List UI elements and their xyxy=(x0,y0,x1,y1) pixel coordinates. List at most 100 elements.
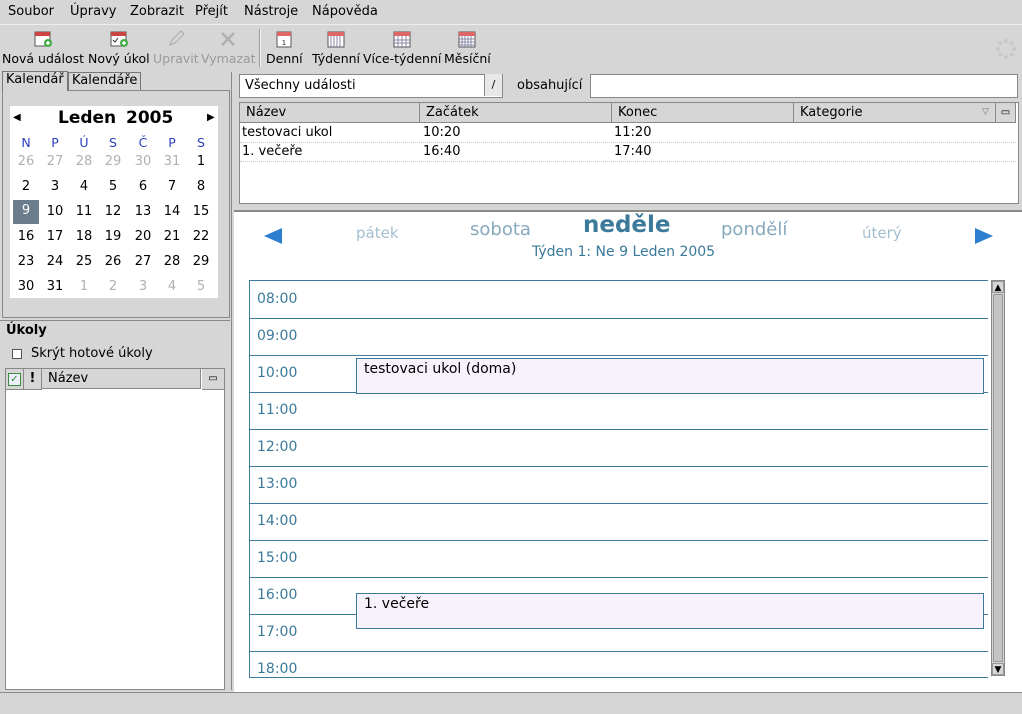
menu-file[interactable]: Soubor xyxy=(8,4,54,19)
day-nav-next1[interactable]: pondělí xyxy=(721,219,787,240)
next-day-arrow-icon[interactable] xyxy=(974,227,994,245)
col-priority-header[interactable]: ! xyxy=(24,369,42,390)
col-start-header[interactable]: Začátek xyxy=(420,103,612,123)
event-box[interactable]: 1. večeře xyxy=(356,593,984,629)
calendar-day[interactable]: 1 xyxy=(71,276,97,298)
menu-go[interactable]: Přejít xyxy=(195,4,228,19)
calendar-day[interactable]: 6 xyxy=(130,176,156,198)
next-month-icon[interactable]: ▶ xyxy=(207,112,215,123)
calendar-day[interactable]: 4 xyxy=(71,176,97,198)
calendar-day[interactable]: 22 xyxy=(188,226,214,248)
calendar-day[interactable]: 5 xyxy=(188,276,214,298)
prev-month-icon[interactable]: ◀ xyxy=(13,112,21,123)
calendar-day[interactable]: 30 xyxy=(130,151,156,173)
col-name-header[interactable]: Název xyxy=(240,103,420,123)
multiweek-view-label: Více-týdenní xyxy=(363,51,442,66)
calendar-day[interactable]: 16 xyxy=(13,226,39,248)
calendar-day[interactable]: 3 xyxy=(42,176,68,198)
event-box[interactable]: testovaci ukol (doma) xyxy=(356,358,984,394)
hide-done-checkbox[interactable] xyxy=(12,349,22,359)
calendar-day[interactable]: 2 xyxy=(13,176,39,198)
new-event-button[interactable]: Nová událost xyxy=(2,29,84,66)
throbber-icon xyxy=(996,39,1016,59)
week-label: Týden 1: Ne 9 Leden 2005 xyxy=(532,244,716,260)
calendar-day[interactable]: 23 xyxy=(13,251,39,273)
week-view-button[interactable]: Týdenní xyxy=(312,29,360,66)
day-calendar-icon: 1 xyxy=(276,31,292,48)
calendar-day[interactable]: 28 xyxy=(71,151,97,173)
prev-day-arrow-icon[interactable] xyxy=(263,227,283,245)
calendar-day[interactable]: 31 xyxy=(42,276,68,298)
scroll-up-icon[interactable]: ▲ xyxy=(992,281,1004,293)
scroll-down-icon[interactable]: ▼ xyxy=(992,663,1004,675)
day-scrollbar[interactable]: ▲ ▼ xyxy=(991,280,1005,676)
col-category-header[interactable]: Kategorie xyxy=(794,103,996,123)
calendar-day[interactable]: 7 xyxy=(159,176,185,198)
new-task-button[interactable]: Nový úkol xyxy=(88,29,150,66)
panel-splitter[interactable] xyxy=(231,72,232,690)
calendar-day[interactable]: 25 xyxy=(71,251,97,273)
col-end-header[interactable]: Konec xyxy=(612,103,794,123)
calendar-day[interactable]: 31 xyxy=(159,151,185,173)
day-nav-next2[interactable]: úterý xyxy=(862,224,902,242)
calendar-day[interactable]: 3 xyxy=(130,276,156,298)
column-picker-icon[interactable]: ▭ xyxy=(996,103,1016,123)
day-view-button[interactable]: 1 Denní xyxy=(266,29,303,66)
menu-tools[interactable]: Nástroje xyxy=(244,4,298,19)
calendar-day[interactable]: 4 xyxy=(159,276,185,298)
calendar-day[interactable]: 11 xyxy=(71,201,97,223)
calendar-day[interactable]: 26 xyxy=(13,151,39,173)
tab-calendar[interactable]: Kalendář xyxy=(2,71,68,91)
events-list[interactable]: Název Začátek Konec Kategorie ▽ ▭ testov… xyxy=(239,102,1019,204)
calendar-day[interactable]: 27 xyxy=(42,151,68,173)
calendar-day[interactable]: 24 xyxy=(42,251,68,273)
col-done-header[interactable]: ✓ xyxy=(6,369,24,390)
calendar-day[interactable]: 17 xyxy=(42,226,68,248)
menu-edit[interactable]: Úpravy xyxy=(70,4,116,19)
calendar-day[interactable]: 29 xyxy=(188,251,214,273)
calendar-day[interactable]: 21 xyxy=(159,226,185,248)
calendar-day[interactable]: 8 xyxy=(188,176,214,198)
calendar-day[interactable]: 30 xyxy=(13,276,39,298)
calendar-day[interactable]: 26 xyxy=(100,251,126,273)
col-name-header[interactable]: Název xyxy=(42,369,201,389)
hour-label: 17:00 xyxy=(257,624,298,640)
calendar-day[interactable]: 9 xyxy=(13,200,39,224)
day-nav-prev2[interactable]: pátek xyxy=(356,224,399,242)
calendar-day[interactable]: 12 xyxy=(100,201,126,223)
hour-line xyxy=(250,318,988,319)
hour-label: 08:00 xyxy=(257,291,298,307)
menu-view[interactable]: Zobrazit xyxy=(130,4,184,19)
month-view-button[interactable]: Měsíční xyxy=(444,29,491,66)
calendar-day[interactable]: 14 xyxy=(159,201,185,223)
calendar-day[interactable]: 5 xyxy=(100,176,126,198)
calendar-day[interactable]: 18 xyxy=(71,226,97,248)
calendar-day[interactable]: 28 xyxy=(159,251,185,273)
calendar-day[interactable]: 20 xyxy=(130,226,156,248)
hours-grid[interactable]: 08:00 09:00 10:00 11:00 12:00 13:00 14:00 15:00… xyxy=(249,280,988,678)
delete-button[interactable]: Vymazat xyxy=(201,29,256,66)
table-row[interactable]: 1. večeře 16:40 17:40 xyxy=(240,143,1016,162)
calendar-day[interactable]: 1 xyxy=(188,151,214,173)
calendar-day[interactable]: 19 xyxy=(100,226,126,248)
calendar-day[interactable]: 10 xyxy=(42,201,68,223)
scroll-thumb[interactable] xyxy=(993,294,1003,662)
day-nav-prev1[interactable]: sobota xyxy=(470,219,531,240)
multiweek-view-button[interactable]: Více-týdenní xyxy=(363,29,441,66)
calendar-day[interactable]: 13 xyxy=(130,201,156,223)
calendar-day[interactable]: 29 xyxy=(100,151,126,173)
table-row[interactable]: testovaci ukol 10:20 11:20 xyxy=(240,124,1016,143)
tasks-list[interactable]: ✓ ! Název ▭ xyxy=(5,368,225,690)
calendar-day[interactable]: 27 xyxy=(130,251,156,273)
menu-help[interactable]: Nápověda xyxy=(312,4,378,19)
tab-calendars[interactable]: Kalendáře xyxy=(68,72,142,90)
column-picker-icon[interactable]: ▭ xyxy=(202,369,225,390)
contains-label: obsahující xyxy=(517,78,583,93)
calendar-day[interactable]: 2 xyxy=(100,276,126,298)
calendar-day[interactable]: 15 xyxy=(188,201,214,223)
event-filter-select[interactable]: Všechny události xyxy=(239,74,503,98)
filter-dropdown-icon[interactable]: / xyxy=(484,74,502,96)
edit-button[interactable]: Upravit xyxy=(153,29,199,66)
search-input[interactable] xyxy=(590,74,1018,98)
mini-calendar: ◀ Leden 2005 ▶ N P Ú S Č P S 26 27 28 29 30 31 1 2 3 4 5 6… xyxy=(10,106,218,298)
